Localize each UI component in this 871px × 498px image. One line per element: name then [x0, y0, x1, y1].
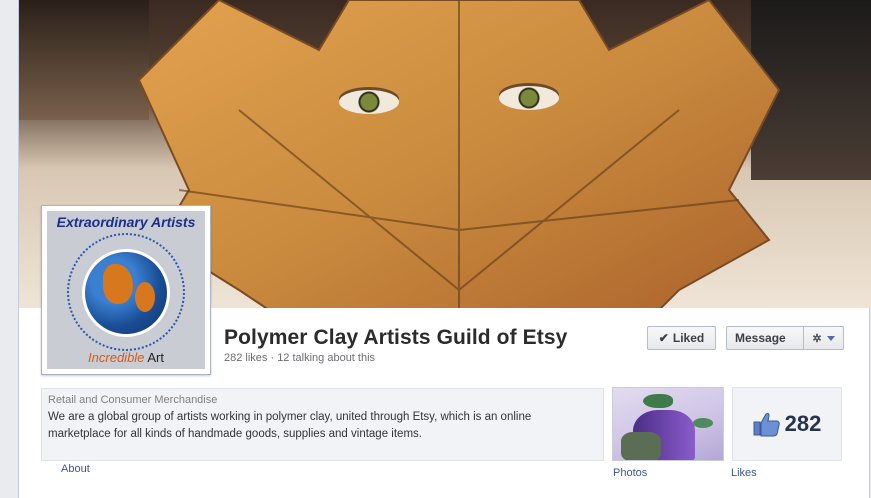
logo-bottom-text: Incredible Art — [88, 350, 164, 365]
likes-link[interactable]: Likes — [731, 467, 757, 479]
caret-down-icon — [826, 335, 835, 341]
cover-leaf-image — [137, 0, 781, 308]
liked-label: Liked — [672, 331, 705, 345]
cover-eye-left — [339, 90, 399, 114]
about-box: Retail and Consumer Merchandise We are a… — [41, 388, 604, 461]
checkmark-icon: ✔ — [658, 331, 669, 345]
about-link[interactable]: About — [61, 463, 90, 475]
message-button[interactable]: Message ✲ — [726, 326, 844, 350]
liked-button[interactable]: ✔ Liked — [647, 326, 716, 350]
page-description: We are a global group of artists working… — [48, 411, 532, 440]
likes-box[interactable]: 282 — [732, 387, 842, 461]
photo-sculpture-base — [621, 432, 661, 460]
page-stats: 282 likes · 12 talking about this — [224, 352, 376, 364]
page-category: Retail and Consumer Merchandise — [48, 394, 218, 406]
likes-count: 282 — [784, 411, 822, 436]
logo-top-text: Extraordinary Artists — [56, 214, 196, 230]
photo-hummingbird — [643, 394, 673, 408]
thumbs-up-icon — [753, 412, 780, 437]
gear-icon: ✲ — [812, 332, 822, 345]
page-title: Polymer Clay Artists Guild of Etsy — [224, 326, 568, 349]
settings-dropdown-button[interactable]: ✲ — [803, 327, 843, 349]
profile-picture[interactable]: Extraordinary Artists Incredible Art — [41, 205, 211, 375]
photos-link[interactable]: Photos — [613, 467, 647, 479]
message-label: Message — [735, 331, 786, 345]
page-container: Extraordinary Artists Incredible Art Pol… — [18, 0, 871, 498]
photo-hummingbird — [693, 418, 713, 428]
cover-eye-right — [499, 86, 559, 110]
globe-icon — [82, 249, 170, 337]
profile-logo: Extraordinary Artists Incredible Art — [47, 211, 205, 369]
photos-thumbnail[interactable] — [612, 387, 724, 461]
